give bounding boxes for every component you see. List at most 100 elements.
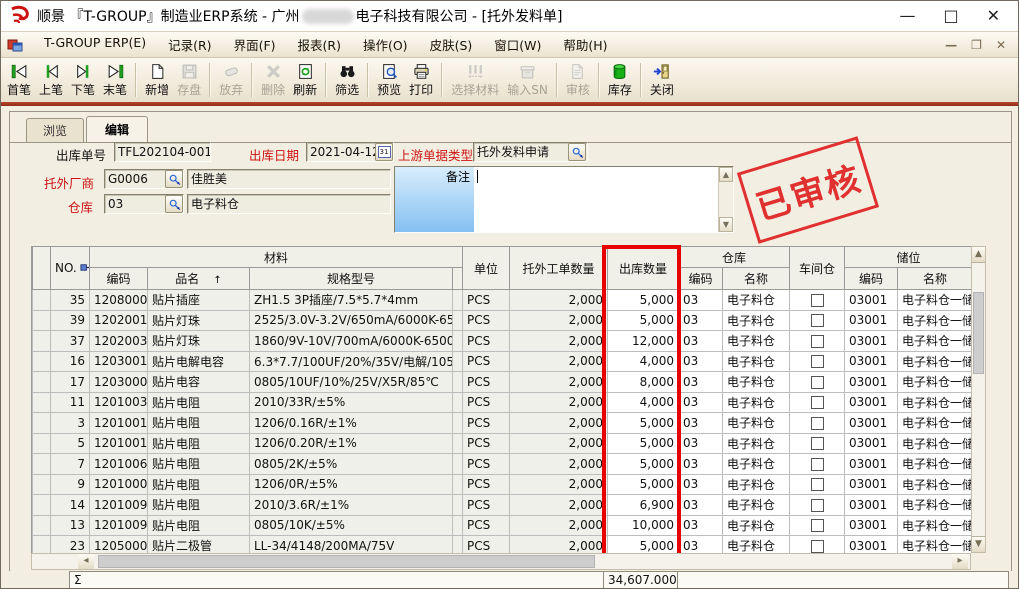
workshop-checkbox[interactable] bbox=[811, 294, 824, 307]
location-code-cell[interactable]: 03001 bbox=[845, 413, 898, 434]
workshop-cell[interactable] bbox=[790, 433, 845, 454]
toolbar-button-binoculars[interactable]: 筛选 bbox=[331, 59, 363, 101]
menu-item[interactable]: 报表(R) bbox=[287, 35, 352, 54]
toolbar-button-close-door[interactable]: 关闭 bbox=[646, 59, 678, 101]
row-indicator-cell[interactable] bbox=[33, 372, 51, 393]
col-header-code[interactable]: 编码 bbox=[90, 268, 148, 290]
workshop-checkbox[interactable] bbox=[811, 458, 824, 471]
location-code-cell[interactable]: 03001 bbox=[845, 372, 898, 393]
out-qty-cell[interactable]: 5,000 bbox=[608, 290, 679, 311]
table-row[interactable]: 512010012贴片电阻1206/0.20R/±1%PCS2,0005,000… bbox=[33, 433, 972, 454]
table-row[interactable]: 3512080003贴片插座ZH1.5 3P插座/7.5*5.7*4mmPCS2… bbox=[33, 290, 972, 311]
warehouse-code-cell[interactable]: 03 bbox=[679, 515, 723, 536]
calendar-button[interactable]: 31 bbox=[375, 143, 393, 161]
toolbar-button-refresh[interactable]: 刷新 bbox=[289, 59, 321, 101]
out-qty-cell[interactable]: 12,000 bbox=[608, 331, 679, 352]
workshop-checkbox[interactable] bbox=[811, 417, 824, 430]
location-code-cell[interactable]: 03001 bbox=[845, 392, 898, 413]
toolbar-button-nav-first[interactable]: 首笔 bbox=[3, 59, 35, 101]
row-indicator-cell[interactable] bbox=[33, 536, 51, 554]
row-indicator-cell[interactable] bbox=[33, 331, 51, 352]
row-indicator-cell[interactable] bbox=[33, 495, 51, 516]
workshop-checkbox[interactable] bbox=[811, 376, 824, 389]
col-header-wo-qty[interactable]: 托外工单数量 bbox=[510, 247, 608, 290]
table-row[interactable]: 1612030010贴片电解电容6.3*7.7/100UF/20%/35V/电解… bbox=[33, 351, 972, 372]
workshop-checkbox[interactable] bbox=[811, 437, 824, 450]
workshop-checkbox[interactable] bbox=[811, 314, 824, 327]
row-indicator-cell[interactable] bbox=[33, 290, 51, 311]
toolbar-button-new-doc[interactable]: 新增 bbox=[141, 59, 173, 101]
workshop-cell[interactable] bbox=[790, 351, 845, 372]
warehouse-code-cell[interactable]: 03 bbox=[679, 351, 723, 372]
out-qty-cell[interactable]: 5,000 bbox=[608, 454, 679, 475]
col-header-name[interactable]: 品名↑ bbox=[148, 268, 250, 290]
location-code-cell[interactable]: 03001 bbox=[845, 351, 898, 372]
location-code-cell[interactable]: 03001 bbox=[845, 536, 898, 554]
scroll-up-icon[interactable]: ▲ bbox=[719, 167, 733, 182]
workshop-cell[interactable] bbox=[790, 331, 845, 352]
scroll-right-icon[interactable]: ▸ bbox=[952, 554, 968, 569]
minimize-button[interactable]: — bbox=[899, 1, 915, 31]
col-header-out-qty[interactable]: 出库数量 bbox=[608, 247, 679, 290]
workshop-cell[interactable] bbox=[790, 290, 845, 311]
col-header-workshop[interactable]: 车间仓 bbox=[790, 247, 845, 290]
workshop-cell[interactable] bbox=[790, 454, 845, 475]
out-qty-cell[interactable]: 5,000 bbox=[608, 310, 679, 331]
table-row[interactable]: 1312010094贴片电阻0805/10K/±5%PCS2,00010,000… bbox=[33, 515, 972, 536]
workshop-cell[interactable] bbox=[790, 515, 845, 536]
out-qty-cell[interactable]: 6,900 bbox=[608, 495, 679, 516]
out-qty-cell[interactable]: 4,000 bbox=[608, 351, 679, 372]
workshop-checkbox[interactable] bbox=[811, 519, 824, 532]
col-header-wh-name[interactable]: 名称 bbox=[723, 268, 790, 290]
warehouse-code-cell[interactable]: 03 bbox=[679, 495, 723, 516]
table-row[interactable]: 1712030004贴片电容0805/10UF/10%/25V/X5R/85℃P… bbox=[33, 372, 972, 393]
menu-item[interactable]: 帮助(H) bbox=[552, 35, 618, 54]
workshop-checkbox[interactable] bbox=[811, 396, 824, 409]
horizontal-scroll-thumb[interactable] bbox=[98, 555, 595, 568]
table-row[interactable]: 1412010095贴片电阻2010/3.6R/±1%PCS2,0006,900… bbox=[33, 495, 972, 516]
table-row[interactable]: 2312050006贴片二极管LL-34/4148/200MA/75VPCS2,… bbox=[33, 536, 972, 554]
out-qty-cell[interactable]: 5,000 bbox=[608, 474, 679, 495]
toolbar-button-nav-prev[interactable]: 上笔 bbox=[35, 59, 67, 101]
workshop-cell[interactable] bbox=[790, 474, 845, 495]
location-code-cell[interactable]: 03001 bbox=[845, 474, 898, 495]
table-row[interactable]: 712010063贴片电阻0805/2K/±5%PCS2,0005,00003电… bbox=[33, 454, 972, 475]
warehouse-code-cell[interactable]: 03 bbox=[679, 536, 723, 554]
warehouse-code-cell[interactable]: 03 bbox=[679, 331, 723, 352]
table-row[interactable]: 912010001贴片电阻1206/0R/±5%PCS2,0005,00003电… bbox=[33, 474, 972, 495]
menu-item[interactable]: 操作(O) bbox=[352, 35, 419, 54]
warehouse-code-cell[interactable]: 03 bbox=[679, 392, 723, 413]
out-qty-cell[interactable]: 5,000 bbox=[608, 413, 679, 434]
workshop-cell[interactable] bbox=[790, 310, 845, 331]
row-indicator-cell[interactable] bbox=[33, 454, 51, 475]
workshop-checkbox[interactable] bbox=[811, 499, 824, 512]
toolbar-button-nav-next[interactable]: 下笔 bbox=[67, 59, 99, 101]
location-code-cell[interactable]: 03001 bbox=[845, 331, 898, 352]
workshop-cell[interactable] bbox=[790, 536, 845, 554]
table-row[interactable]: 3712020035贴片灯珠1860/9V-10V/700mA/6000K-65… bbox=[33, 331, 972, 352]
scroll-left-icon[interactable]: ◂ bbox=[78, 554, 94, 569]
row-indicator-cell[interactable] bbox=[33, 474, 51, 495]
out-qty-cell[interactable]: 4,000 bbox=[608, 392, 679, 413]
scroll-down-icon[interactable]: ▼ bbox=[719, 217, 733, 232]
location-code-cell[interactable]: 03001 bbox=[845, 454, 898, 475]
menu-item[interactable]: T-GROUP ERP(E) bbox=[33, 35, 157, 54]
out-qty-cell[interactable]: 5,000 bbox=[608, 536, 679, 554]
workshop-checkbox[interactable] bbox=[811, 478, 824, 491]
row-indicator-cell[interactable] bbox=[33, 392, 51, 413]
location-code-cell[interactable]: 03001 bbox=[845, 433, 898, 454]
warehouse-lookup-button[interactable] bbox=[165, 195, 183, 213]
upstream-lookup-button[interactable] bbox=[568, 143, 586, 161]
warehouse-code-cell[interactable]: 03 bbox=[679, 413, 723, 434]
workshop-checkbox[interactable] bbox=[811, 540, 824, 553]
order-no-field[interactable]: TFL202104-0017 bbox=[114, 142, 211, 162]
toolbar-button-preview[interactable]: 预览 bbox=[373, 59, 405, 101]
vendor-lookup-button[interactable] bbox=[165, 170, 183, 188]
row-indicator-cell[interactable] bbox=[33, 413, 51, 434]
warehouse-code-cell[interactable]: 03 bbox=[679, 474, 723, 495]
row-indicator-cell[interactable] bbox=[33, 351, 51, 372]
out-qty-cell[interactable]: 5,000 bbox=[608, 433, 679, 454]
table-row[interactable]: 312010010贴片电阻1206/0.16R/±1%PCS2,0005,000… bbox=[33, 413, 972, 434]
remark-textarea[interactable] bbox=[474, 167, 718, 232]
tab-edit[interactable]: 编辑 bbox=[86, 116, 148, 142]
